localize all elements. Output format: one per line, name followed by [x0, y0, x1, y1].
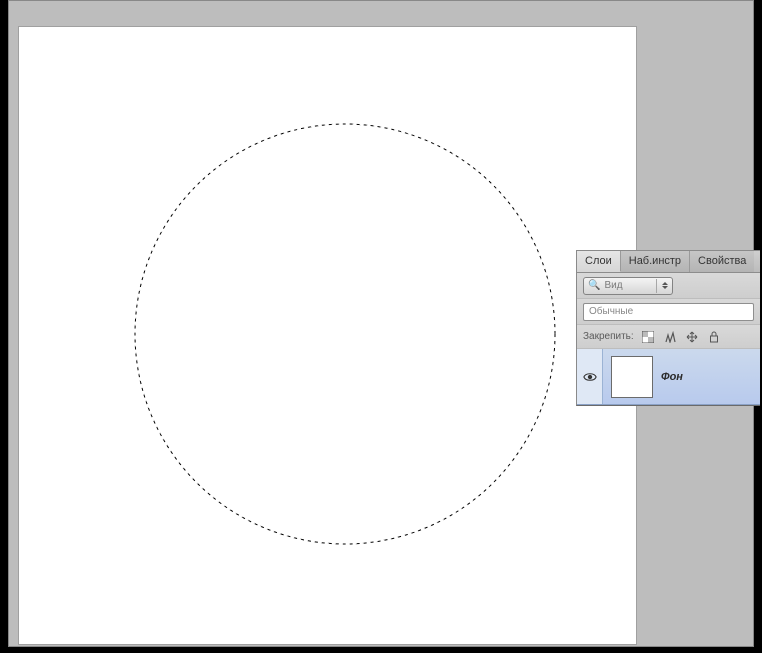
marching-ants-selection [133, 122, 557, 546]
layer-name-label[interactable]: Фон [661, 371, 683, 383]
layer-thumbnail[interactable] [611, 356, 653, 398]
search-icon: 🔍 [588, 280, 600, 291]
lock-row: Закрепить: [577, 325, 760, 349]
kind-dropdown-label: Вид [604, 280, 622, 291]
eye-icon [583, 370, 597, 384]
tab-brush-presets[interactable]: Наб.инстр [621, 251, 690, 272]
lock-image-icon[interactable] [662, 329, 678, 345]
blend-mode-input[interactable]: Обычные [583, 303, 754, 321]
blend-mode-label: Обычные [589, 306, 633, 317]
visibility-column[interactable] [577, 349, 603, 404]
layers-panel: Слои Наб.инстр Свойства 🔍 Вид Обычные За… [576, 250, 760, 406]
lock-icons-group [640, 329, 722, 345]
filter-row: 🔍 Вид [577, 273, 760, 299]
chevron-updown-icon [656, 279, 670, 293]
layer-row[interactable]: Фон [577, 349, 760, 405]
tab-properties[interactable]: Свойства [690, 251, 754, 272]
lock-position-icon[interactable] [684, 329, 700, 345]
lock-transparency-icon[interactable] [640, 329, 656, 345]
tab-layers[interactable]: Слои [577, 251, 621, 272]
layer-thumbnail-column [603, 350, 661, 404]
lock-all-icon[interactable] [706, 329, 722, 345]
blend-mode-row: Обычные [577, 299, 760, 325]
document-canvas[interactable] [19, 27, 636, 644]
lock-label: Закрепить: [583, 331, 634, 342]
kind-dropdown[interactable]: 🔍 Вид [583, 277, 673, 295]
panel-tabs: Слои Наб.инстр Свойства [577, 251, 760, 273]
